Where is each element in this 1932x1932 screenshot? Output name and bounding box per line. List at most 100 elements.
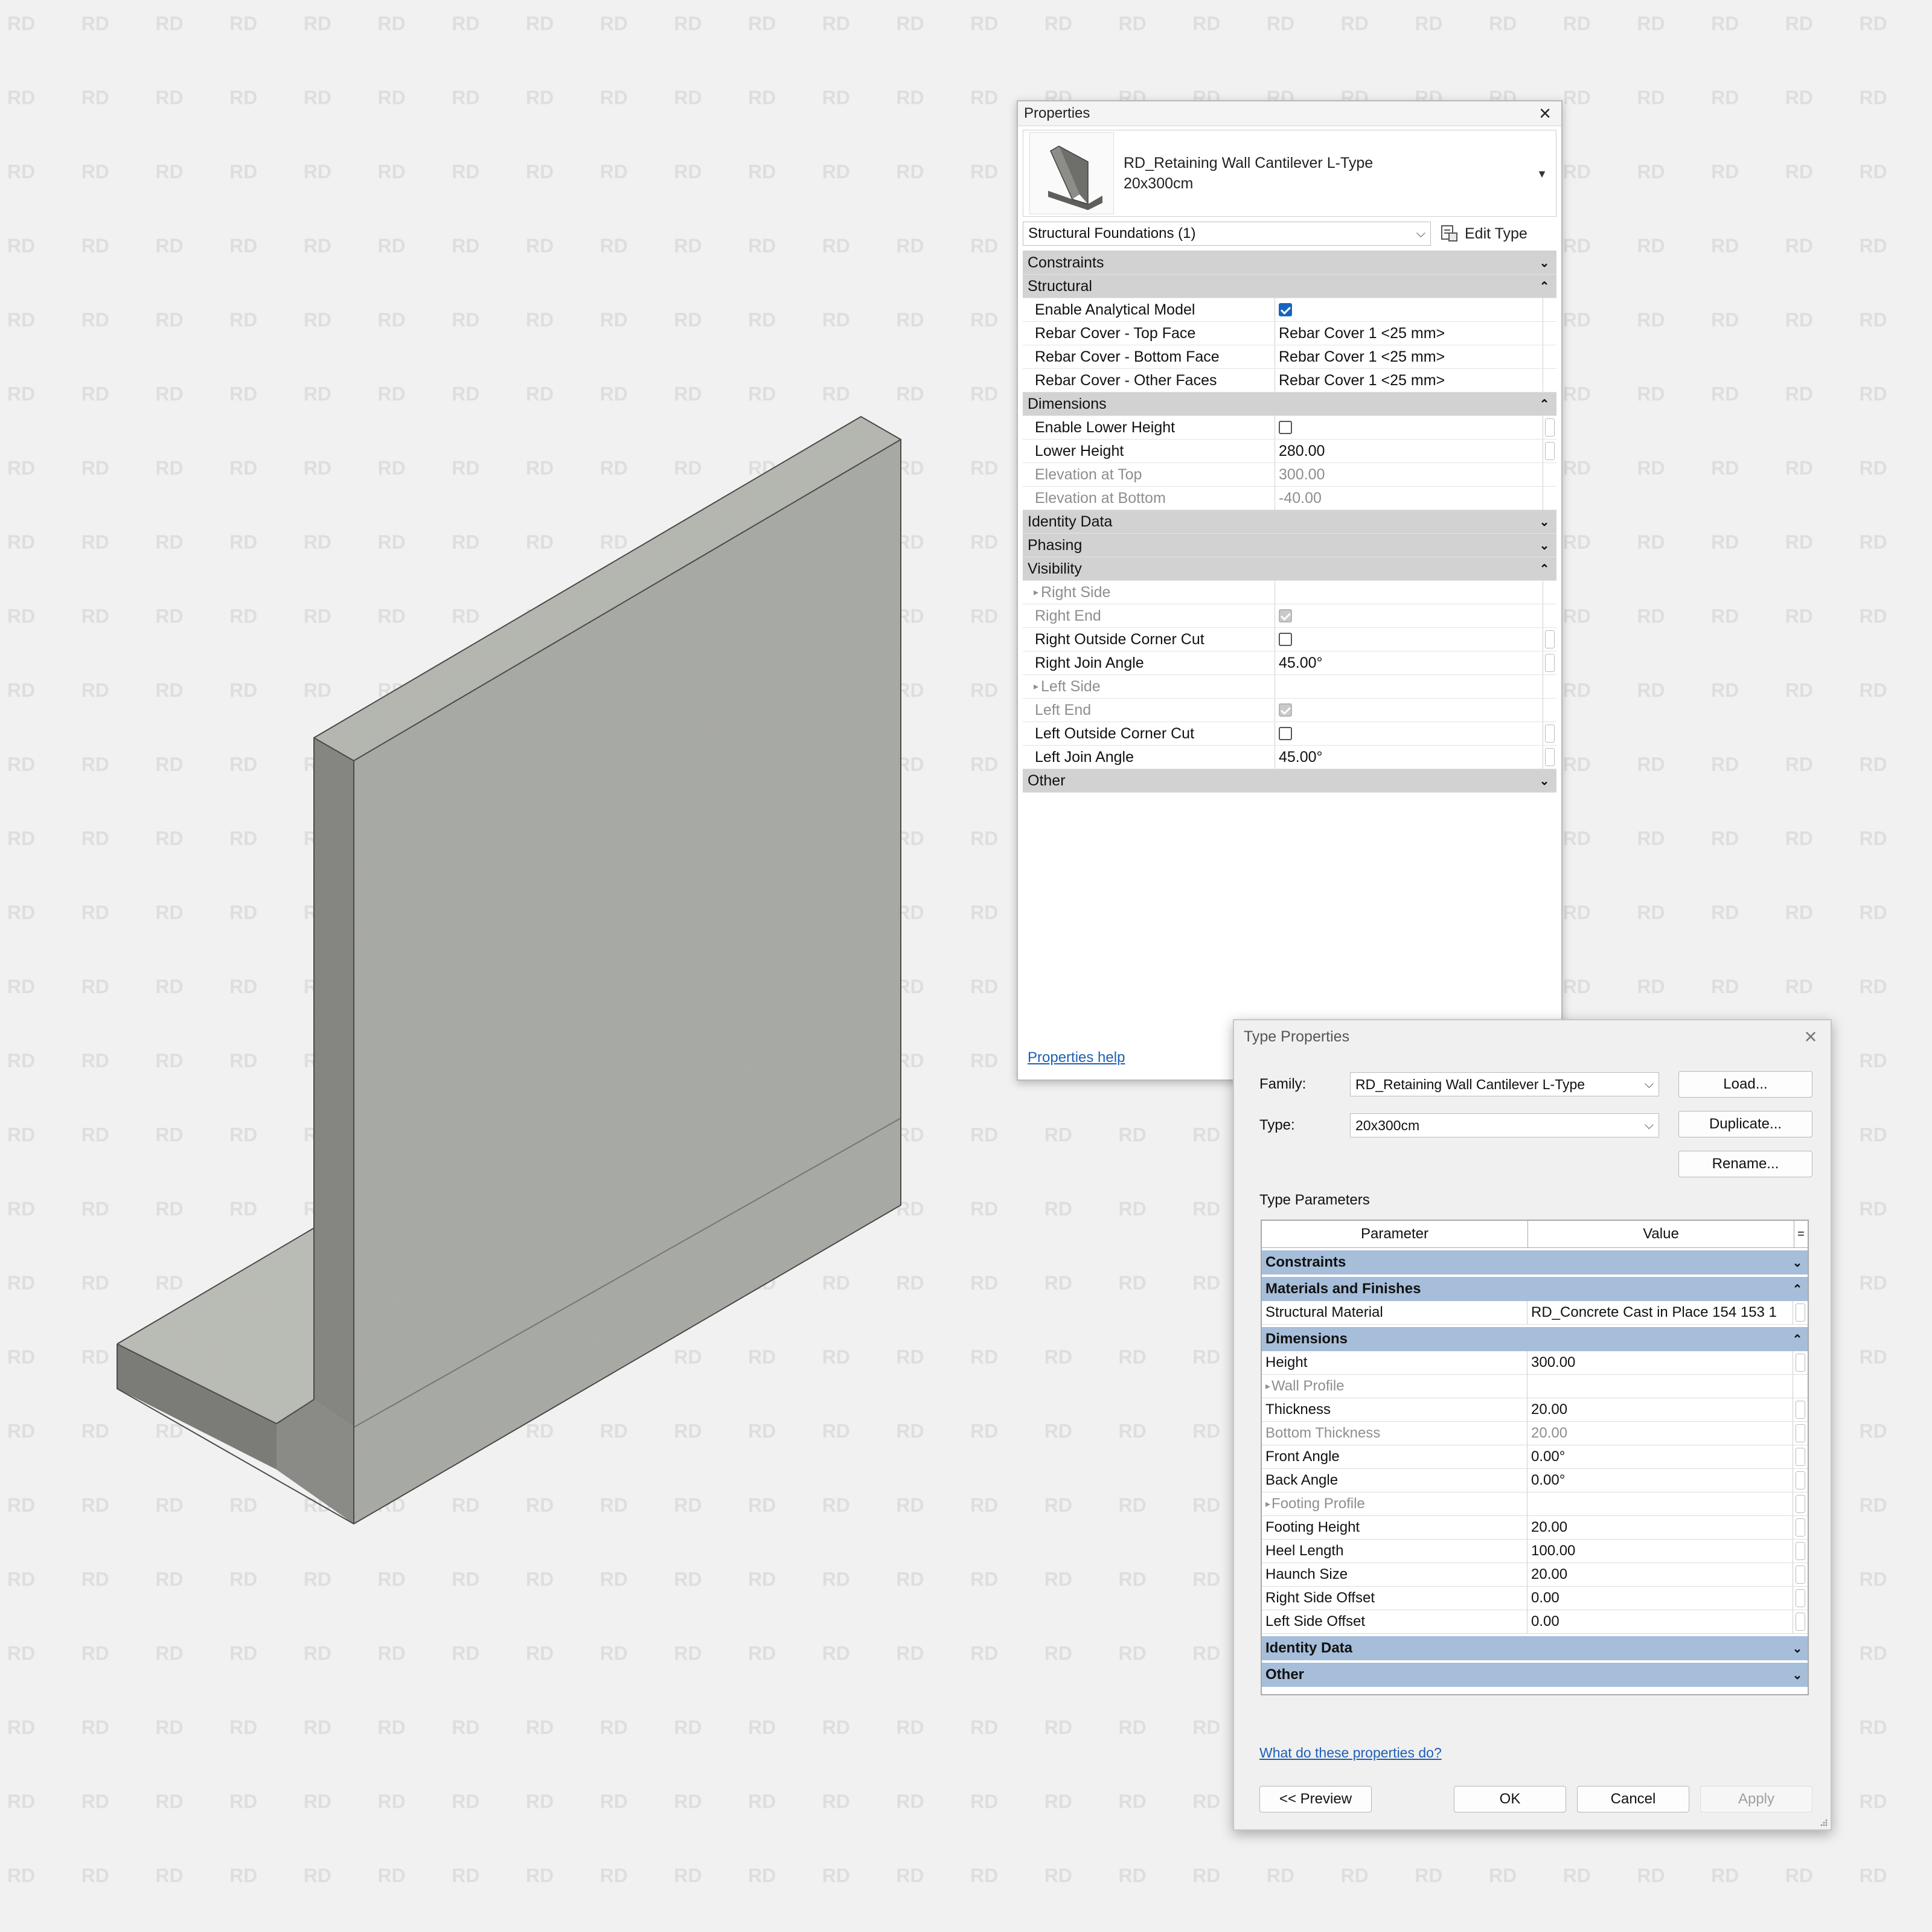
edit-type-button[interactable]: Edit Type <box>1441 225 1527 243</box>
prop-row-elevation-bottom: Elevation at Bottom -40.00 <box>1023 487 1556 510</box>
param-name: Height <box>1262 1351 1527 1374</box>
type-group-constraints[interactable]: Constraints ⌄ <box>1262 1250 1808 1275</box>
associate-param-button[interactable] <box>1796 1448 1805 1466</box>
type-size-name: 20x300cm <box>1124 175 1194 192</box>
param-value[interactable]: 0.00° <box>1527 1445 1793 1468</box>
associate-param-button[interactable] <box>1796 1354 1805 1372</box>
grid-header: Parameter Value = <box>1262 1221 1808 1248</box>
close-icon[interactable]: × <box>1800 1026 1821 1048</box>
rename-button[interactable]: Rename... <box>1678 1151 1812 1177</box>
type-group-other[interactable]: Other ⌄ <box>1262 1663 1808 1687</box>
enable-analytical-checkbox[interactable] <box>1279 303 1292 316</box>
associate-param-button[interactable] <box>1545 442 1555 460</box>
load-button[interactable]: Load... <box>1678 1071 1812 1098</box>
family-row: Family: RD_Retaining Wall Cantilever L-T… <box>1259 1072 1659 1096</box>
param-value[interactable]: 0.00 <box>1527 1587 1793 1610</box>
value-column-header[interactable]: Value <box>1528 1221 1794 1247</box>
group-phasing[interactable]: Phasing ⌄ <box>1023 534 1556 557</box>
group-label: Identity Data <box>1265 1640 1353 1656</box>
param-value[interactable]: 0.00 <box>1527 1610 1793 1633</box>
param-value[interactable]: 20.00 <box>1527 1398 1793 1421</box>
type-properties-titlebar[interactable]: Type Properties × <box>1234 1020 1831 1053</box>
associate-param-button[interactable] <box>1545 630 1555 648</box>
associate-param-button[interactable] <box>1545 654 1555 672</box>
group-structural[interactable]: Structural ⌃ <box>1023 275 1556 298</box>
formula-column-header[interactable]: = <box>1794 1221 1808 1247</box>
associate-param-button[interactable] <box>1796 1518 1805 1537</box>
param-value[interactable]: 100.00 <box>1527 1540 1793 1563</box>
lower-height-value[interactable]: 280.00 <box>1275 440 1543 462</box>
associate-param-button[interactable] <box>1796 1424 1805 1442</box>
rebar-other-value[interactable]: Rebar Cover 1 <25 mm> <box>1275 369 1543 392</box>
properties-help-link[interactable]: What do these properties do? <box>1259 1745 1442 1761</box>
ok-button[interactable]: OK <box>1454 1786 1566 1812</box>
param-value[interactable]: 0.00° <box>1527 1469 1793 1492</box>
group-dimensions[interactable]: Dimensions ⌃ <box>1023 392 1556 416</box>
properties-titlebar[interactable]: Properties × <box>1018 101 1561 126</box>
prop-row-right-side: ▸ Right Side <box>1023 581 1556 604</box>
associate-param-button[interactable] <box>1796 1542 1805 1560</box>
category-filter-dropdown[interactable]: Structural Foundations (1) ⌵ <box>1023 222 1431 246</box>
collapse-icon: ⌃ <box>1792 1282 1803 1296</box>
prop-name: Right Outside Corner Cut <box>1023 628 1275 651</box>
type-parameters-grid: Parameter Value = Constraints ⌄ Material… <box>1261 1220 1809 1695</box>
chevron-down-icon: ⌵ <box>1644 1118 1654 1132</box>
right-corner-cut-checkbox[interactable] <box>1279 633 1292 646</box>
associate-param-button[interactable] <box>1796 1303 1805 1322</box>
duplicate-button[interactable]: Duplicate... <box>1678 1111 1812 1137</box>
prop-row-rebar-top: Rebar Cover - Top Face Rebar Cover 1 <25… <box>1023 322 1556 345</box>
group-constraints[interactable]: Constraints ⌄ <box>1023 251 1556 275</box>
triangle-right-icon: ▸ <box>1265 1381 1271 1392</box>
group-label: Phasing <box>1028 536 1083 554</box>
param-name: Thickness <box>1262 1398 1527 1421</box>
expand-icon: ⌄ <box>1539 539 1550 552</box>
group-identity-data[interactable]: Identity Data ⌄ <box>1023 510 1556 534</box>
associate-param-button[interactable] <box>1796 1566 1805 1584</box>
subgroup-label: Footing Profile <box>1271 1495 1365 1512</box>
associate-param-button[interactable] <box>1796 1471 1805 1489</box>
param-name: ▸ Wall Profile <box>1262 1375 1527 1398</box>
associate-param-button[interactable] <box>1796 1495 1805 1513</box>
type-group-identity-data[interactable]: Identity Data ⌄ <box>1262 1636 1808 1660</box>
close-icon[interactable]: × <box>1535 103 1555 124</box>
rebar-top-value[interactable]: Rebar Cover 1 <25 mm> <box>1275 322 1543 345</box>
param-value[interactable]: 20.00 <box>1527 1563 1793 1586</box>
edit-type-icon <box>1441 225 1457 242</box>
associate-param-button[interactable] <box>1796 1613 1805 1631</box>
param-value[interactable]: 20.00 <box>1527 1516 1793 1539</box>
properties-help-link[interactable]: Properties help <box>1028 1049 1125 1066</box>
group-other[interactable]: Other ⌄ <box>1023 769 1556 793</box>
group-label: Identity Data <box>1028 513 1113 530</box>
param-name: Footing Height <box>1262 1516 1527 1539</box>
resize-grip-icon[interactable] <box>1818 1817 1828 1827</box>
structural-material-value[interactable]: RD_Concrete Cast in Place 154 153 1 <box>1527 1301 1793 1324</box>
type-selector[interactable]: RD_Retaining Wall Cantilever L-Type 20x3… <box>1023 130 1556 217</box>
group-visibility[interactable]: Visibility ⌃ <box>1023 557 1556 581</box>
associate-param-button[interactable] <box>1796 1401 1805 1419</box>
group-label: Other <box>1265 1666 1305 1683</box>
associate-param-button[interactable] <box>1545 724 1555 743</box>
prop-row-right-end: Right End <box>1023 604 1556 628</box>
preview-button[interactable]: << Preview <box>1259 1786 1372 1812</box>
type-row-height: Height 300.00 <box>1262 1351 1808 1375</box>
type-dropdown[interactable]: 20x300cm ⌵ <box>1350 1113 1659 1137</box>
family-dropdown[interactable]: RD_Retaining Wall Cantilever L-Type ⌵ <box>1350 1072 1659 1096</box>
left-join-angle-value[interactable]: 45.00° <box>1275 746 1543 769</box>
associate-param-button[interactable] <box>1796 1589 1805 1607</box>
caret-down-icon[interactable]: ▼ <box>1537 168 1547 181</box>
prop-name: Right Join Angle <box>1023 651 1275 674</box>
associate-param-button[interactable] <box>1545 418 1555 437</box>
param-value <box>1527 1492 1793 1515</box>
right-join-angle-value[interactable]: 45.00° <box>1275 651 1543 674</box>
type-group-dimensions[interactable]: Dimensions ⌃ <box>1262 1327 1808 1351</box>
param-value[interactable]: 300.00 <box>1527 1351 1793 1374</box>
left-corner-cut-checkbox[interactable] <box>1279 727 1292 740</box>
properties-grid: Constraints ⌄ Structural ⌃ Enable Analyt… <box>1023 251 1556 793</box>
associate-param-button[interactable] <box>1545 748 1555 766</box>
enable-lower-height-checkbox[interactable] <box>1279 421 1292 434</box>
parameter-column-header[interactable]: Parameter <box>1262 1221 1528 1247</box>
cancel-button[interactable]: Cancel <box>1577 1786 1689 1812</box>
type-group-materials[interactable]: Materials and Finishes ⌃ <box>1262 1277 1808 1301</box>
param-name: Bottom Thickness <box>1262 1422 1527 1445</box>
rebar-bottom-value[interactable]: Rebar Cover 1 <25 mm> <box>1275 345 1543 368</box>
